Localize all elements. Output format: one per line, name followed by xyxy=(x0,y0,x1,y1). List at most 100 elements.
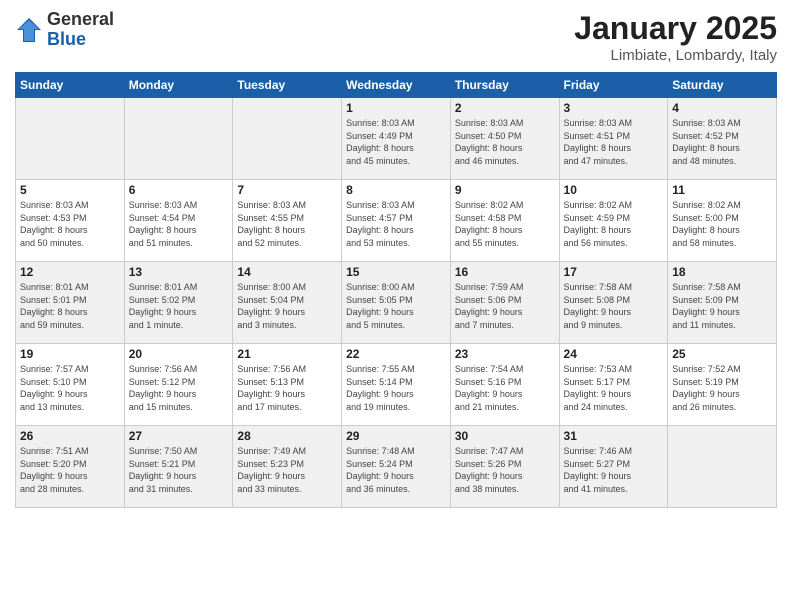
calendar-week-row: 19 Sunrise: 7:57 AM Sunset: 5:10 PM Dayli… xyxy=(16,344,777,426)
day-number: 19 xyxy=(20,347,120,361)
day-info: Sunrise: 8:03 AM Sunset: 4:52 PM Dayligh… xyxy=(672,117,772,167)
logo: General Blue xyxy=(15,10,114,50)
table-row: 11 Sunrise: 8:02 AM Sunset: 5:00 PM Dayli… xyxy=(668,180,777,262)
table-row: 25 Sunrise: 7:52 AM Sunset: 5:19 PM Dayli… xyxy=(668,344,777,426)
header: General Blue January 2025 Limbiate, Lomb… xyxy=(15,10,777,64)
day-number: 5 xyxy=(20,183,120,197)
day-number: 20 xyxy=(129,347,229,361)
table-row: 17 Sunrise: 7:58 AM Sunset: 5:08 PM Dayli… xyxy=(559,262,668,344)
day-number: 11 xyxy=(672,183,772,197)
day-info: Sunrise: 8:03 AM Sunset: 4:53 PM Dayligh… xyxy=(20,199,120,249)
day-number: 25 xyxy=(672,347,772,361)
day-info: Sunrise: 8:01 AM Sunset: 5:02 PM Dayligh… xyxy=(129,281,229,331)
table-row: 16Sunrise: 7:59 AM Sunset: 5:06 PM Dayli… xyxy=(450,262,559,344)
table-row xyxy=(233,98,342,180)
table-row: 3 Sunrise: 8:03 AM Sunset: 4:51 PM Daylig… xyxy=(559,98,668,180)
day-info: Sunrise: 8:03 AM Sunset: 4:51 PM Dayligh… xyxy=(564,117,664,167)
day-info: Sunrise: 7:46 AM Sunset: 5:27 PM Dayligh… xyxy=(564,445,664,495)
table-row xyxy=(16,98,125,180)
day-info: Sunrise: 7:50 AM Sunset: 5:21 PM Dayligh… xyxy=(129,445,229,495)
day-info: Sunrise: 7:58 AM Sunset: 5:09 PM Dayligh… xyxy=(672,281,772,331)
table-row: 8 Sunrise: 8:03 AM Sunset: 4:57 PM Daylig… xyxy=(342,180,451,262)
day-number: 29 xyxy=(346,429,446,443)
day-info: Sunrise: 8:02 AM Sunset: 4:58 PM Dayligh… xyxy=(455,199,555,249)
day-info: Sunrise: 7:56 AM Sunset: 5:13 PM Dayligh… xyxy=(237,363,337,413)
header-saturday: Saturday xyxy=(668,73,777,98)
day-info: Sunrise: 8:03 AM Sunset: 4:55 PM Dayligh… xyxy=(237,199,337,249)
day-info: Sunrise: 7:48 AM Sunset: 5:24 PM Dayligh… xyxy=(346,445,446,495)
table-row: 10Sunrise: 8:02 AM Sunset: 4:59 PM Dayli… xyxy=(559,180,668,262)
table-row: 19 Sunrise: 7:57 AM Sunset: 5:10 PM Dayli… xyxy=(16,344,125,426)
table-row: 20Sunrise: 7:56 AM Sunset: 5:12 PM Dayli… xyxy=(124,344,233,426)
table-row: 30 Sunrise: 7:47 AM Sunset: 5:26 PM Dayli… xyxy=(450,426,559,508)
header-sunday: Sunday xyxy=(16,73,125,98)
day-info: Sunrise: 7:54 AM Sunset: 5:16 PM Dayligh… xyxy=(455,363,555,413)
table-row: 5 Sunrise: 8:03 AM Sunset: 4:53 PM Daylig… xyxy=(16,180,125,262)
day-number: 4 xyxy=(672,101,772,115)
day-number: 17 xyxy=(564,265,664,279)
calendar-week-row: 26 Sunrise: 7:51 AM Sunset: 5:20 PM Dayli… xyxy=(16,426,777,508)
day-number: 26 xyxy=(20,429,120,443)
day-number: 16 xyxy=(455,265,555,279)
calendar-week-row: 12 Sunrise: 8:01 AM Sunset: 5:01 PM Dayli… xyxy=(16,262,777,344)
logo-general: General xyxy=(47,10,114,30)
day-info: Sunrise: 8:02 AM Sunset: 5:00 PM Dayligh… xyxy=(672,199,772,249)
day-info: Sunrise: 7:49 AM Sunset: 5:23 PM Dayligh… xyxy=(237,445,337,495)
header-tuesday: Tuesday xyxy=(233,73,342,98)
day-number: 18 xyxy=(672,265,772,279)
day-number: 30 xyxy=(455,429,555,443)
day-info: Sunrise: 8:03 AM Sunset: 4:49 PM Dayligh… xyxy=(346,117,446,167)
table-row: 26 Sunrise: 7:51 AM Sunset: 5:20 PM Dayli… xyxy=(16,426,125,508)
table-row xyxy=(124,98,233,180)
table-row: 7 Sunrise: 8:03 AM Sunset: 4:55 PM Daylig… xyxy=(233,180,342,262)
header-wednesday: Wednesday xyxy=(342,73,451,98)
table-row: 13 Sunrise: 8:01 AM Sunset: 5:02 PM Dayli… xyxy=(124,262,233,344)
day-number: 2 xyxy=(455,101,555,115)
table-row: 4 Sunrise: 8:03 AM Sunset: 4:52 PM Daylig… xyxy=(668,98,777,180)
day-number: 24 xyxy=(564,347,664,361)
day-info: Sunrise: 7:52 AM Sunset: 5:19 PM Dayligh… xyxy=(672,363,772,413)
day-number: 13 xyxy=(129,265,229,279)
day-number: 23 xyxy=(455,347,555,361)
table-row: 23 Sunrise: 7:54 AM Sunset: 5:16 PM Dayli… xyxy=(450,344,559,426)
calendar-header-row: Sunday Monday Tuesday Wednesday Thursday… xyxy=(16,73,777,98)
table-row: 9 Sunrise: 8:02 AM Sunset: 4:58 PM Daylig… xyxy=(450,180,559,262)
day-info: Sunrise: 8:01 AM Sunset: 5:01 PM Dayligh… xyxy=(20,281,120,331)
day-number: 1 xyxy=(346,101,446,115)
calendar-week-row: 1 Sunrise: 8:03 AM Sunset: 4:49 PM Daylig… xyxy=(16,98,777,180)
day-number: 3 xyxy=(564,101,664,115)
table-row xyxy=(668,426,777,508)
calendar: Sunday Monday Tuesday Wednesday Thursday… xyxy=(15,72,777,508)
page: General Blue January 2025 Limbiate, Lomb… xyxy=(0,0,792,612)
header-friday: Friday xyxy=(559,73,668,98)
day-number: 9 xyxy=(455,183,555,197)
header-thursday: Thursday xyxy=(450,73,559,98)
day-info: Sunrise: 7:57 AM Sunset: 5:10 PM Dayligh… xyxy=(20,363,120,413)
day-info: Sunrise: 7:47 AM Sunset: 5:26 PM Dayligh… xyxy=(455,445,555,495)
calendar-week-row: 5 Sunrise: 8:03 AM Sunset: 4:53 PM Daylig… xyxy=(16,180,777,262)
day-info: Sunrise: 8:03 AM Sunset: 4:54 PM Dayligh… xyxy=(129,199,229,249)
table-row: 2 Sunrise: 8:03 AM Sunset: 4:50 PM Daylig… xyxy=(450,98,559,180)
day-number: 6 xyxy=(129,183,229,197)
table-row: 29 Sunrise: 7:48 AM Sunset: 5:24 PM Dayli… xyxy=(342,426,451,508)
table-row: 14Sunrise: 8:00 AM Sunset: 5:04 PM Dayli… xyxy=(233,262,342,344)
day-info: Sunrise: 7:58 AM Sunset: 5:08 PM Dayligh… xyxy=(564,281,664,331)
table-row: 21Sunrise: 7:56 AM Sunset: 5:13 PM Dayli… xyxy=(233,344,342,426)
day-number: 22 xyxy=(346,347,446,361)
location: Limbiate, Lombardy, Italy xyxy=(574,47,777,64)
day-info: Sunrise: 8:03 AM Sunset: 4:57 PM Dayligh… xyxy=(346,199,446,249)
day-number: 31 xyxy=(564,429,664,443)
day-number: 28 xyxy=(237,429,337,443)
day-info: Sunrise: 7:51 AM Sunset: 5:20 PM Dayligh… xyxy=(20,445,120,495)
day-info: Sunrise: 7:55 AM Sunset: 5:14 PM Dayligh… xyxy=(346,363,446,413)
day-info: Sunrise: 8:03 AM Sunset: 4:50 PM Dayligh… xyxy=(455,117,555,167)
logo-icon xyxy=(15,16,43,44)
table-row: 28 Sunrise: 7:49 AM Sunset: 5:23 PM Dayli… xyxy=(233,426,342,508)
day-number: 8 xyxy=(346,183,446,197)
day-number: 7 xyxy=(237,183,337,197)
month-title: January 2025 xyxy=(574,10,777,47)
table-row: 31 Sunrise: 7:46 AM Sunset: 5:27 PM Dayli… xyxy=(559,426,668,508)
day-number: 12 xyxy=(20,265,120,279)
day-number: 27 xyxy=(129,429,229,443)
day-info: Sunrise: 8:00 AM Sunset: 5:05 PM Dayligh… xyxy=(346,281,446,331)
